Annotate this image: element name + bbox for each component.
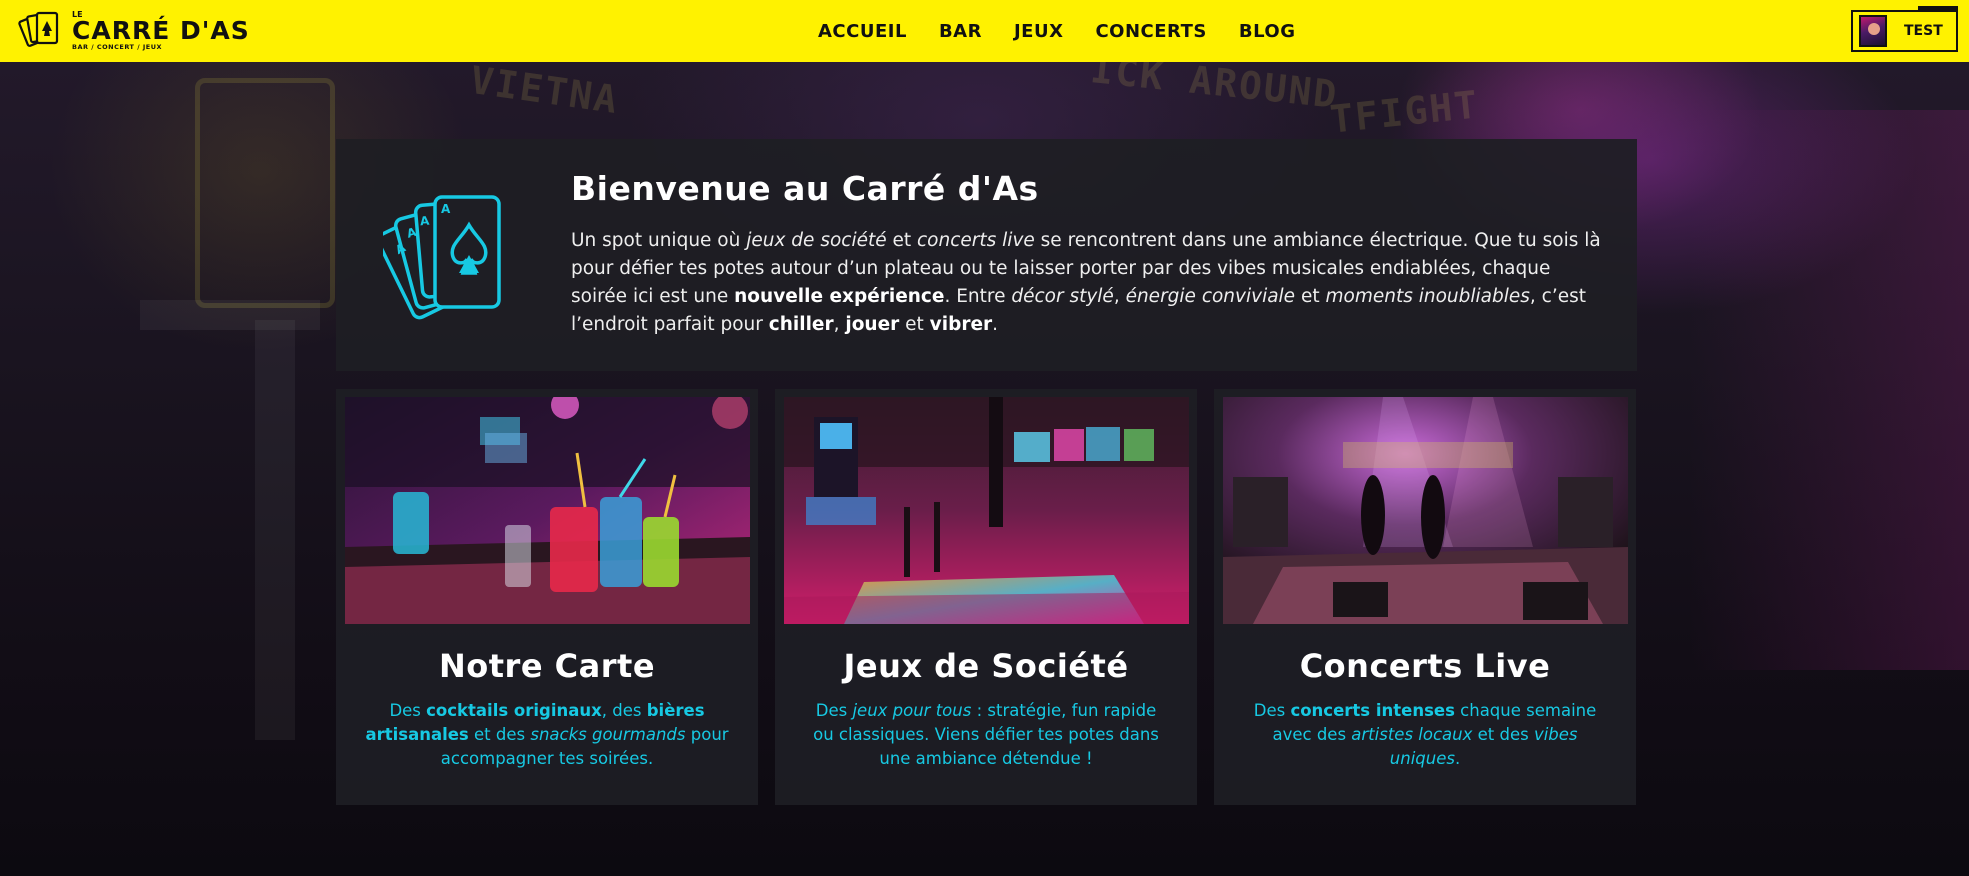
welcome-panel: A A A A Bienvenue au Carré d'As Un spot … — [336, 139, 1637, 371]
card-title: Concerts Live — [1299, 647, 1551, 685]
background-neon-sign: TFIGHT — [1328, 82, 1482, 142]
bar-cocktails-image — [345, 397, 750, 624]
user-name: TEST — [1904, 23, 1943, 39]
playing-cards-icon — [18, 11, 59, 47]
card-text: Des cocktails originaux, des bières arti… — [365, 701, 729, 768]
site-logo[interactable]: LE CARRÉ D'AS BAR / CONCERT / JEUX — [18, 6, 250, 56]
card-notre-carte[interactable]: Notre Carte Des cocktails originaux, des… — [336, 389, 758, 805]
card-title: Notre Carte — [438, 647, 656, 685]
card-text: Des jeux pour tous : stratégie, fun rapi… — [813, 701, 1159, 768]
logo-tagline: BAR / CONCERT / JEUX — [72, 43, 163, 52]
background-neon-sign: VIETNA — [467, 57, 622, 123]
nav-link-jeux[interactable]: JEUX — [1014, 21, 1064, 42]
background-panel — [195, 78, 335, 308]
nav-links: ACCUEIL BAR JEUX CONCERTS BLOG — [818, 0, 1295, 62]
avatar — [1859, 15, 1887, 47]
background-glow — [1689, 110, 1969, 670]
card-title: Jeux de Société — [843, 647, 1129, 685]
background-pipe — [140, 300, 320, 330]
background-pipe — [255, 320, 295, 740]
welcome-text: Un spot unique où jeux de société et con… — [571, 230, 1601, 335]
card-concerts-live[interactable]: Concerts Live Des concerts intenses chaq… — [1214, 389, 1636, 805]
user-account-button[interactable]: TEST — [1851, 6, 1958, 52]
card-jeux-de-societe[interactable]: Jeux de Société Des jeux pour tous : str… — [775, 389, 1197, 805]
arcade-game-room-image — [784, 397, 1189, 624]
nav-link-blog[interactable]: BLOG — [1239, 21, 1296, 42]
welcome-title: Bienvenue au Carré d'As — [571, 169, 1039, 208]
card-text: Des concerts intenses chaque semaine ave… — [1253, 701, 1597, 768]
concert-stage-image — [1223, 397, 1628, 624]
logo-name: CARRÉ D'AS — [72, 16, 250, 46]
nav-link-bar[interactable]: BAR — [939, 21, 982, 42]
svg-text:A: A — [441, 202, 451, 216]
navbar: LE CARRÉ D'AS BAR / CONCERT / JEUX ACCUE… — [0, 0, 1969, 62]
nav-link-concerts[interactable]: CONCERTS — [1095, 21, 1206, 42]
nav-link-accueil[interactable]: ACCUEIL — [818, 21, 907, 42]
playing-cards-icon: A A A A — [383, 195, 501, 320]
